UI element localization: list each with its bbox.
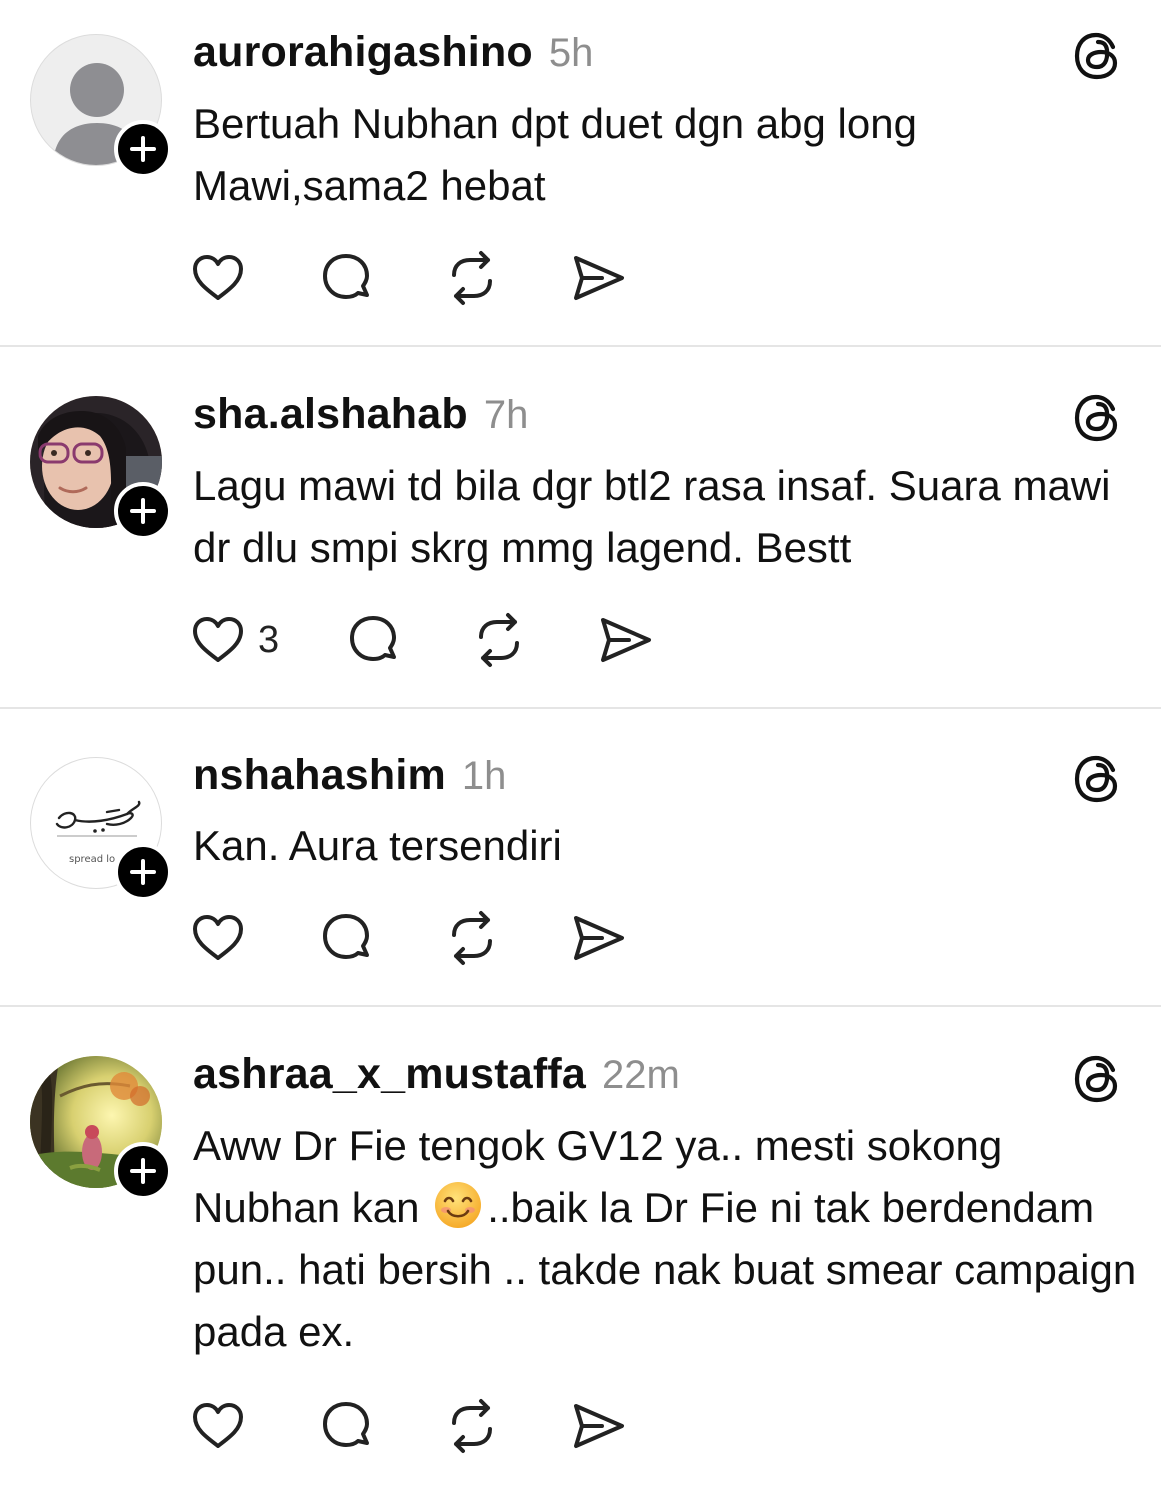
heart-icon <box>193 255 243 300</box>
threads-logo-icon[interactable] <box>1072 30 1124 82</box>
comment-bubble-icon <box>323 914 369 959</box>
repost-icon <box>452 1399 492 1453</box>
post-text: Bertuah Nubhan dpt duet dgn abg long Maw… <box>193 100 917 209</box>
plus-icon <box>130 136 156 162</box>
smiling-face-emoji-icon <box>435 1182 482 1228</box>
follow-button[interactable] <box>114 120 172 178</box>
post-header: aurorahigashino 5h <box>193 28 593 78</box>
repost-button[interactable] <box>444 910 500 966</box>
heart-icon <box>193 1403 243 1448</box>
reply-button[interactable] <box>345 612 401 668</box>
timestamp: 7h <box>483 393 529 437</box>
repost-button[interactable] <box>444 1398 500 1454</box>
post-text: Kan. Aura tersendiri <box>193 822 562 869</box>
repost-button[interactable] <box>471 612 527 668</box>
like-button[interactable] <box>190 910 246 966</box>
threads-logo-icon[interactable] <box>1072 392 1124 444</box>
divider <box>0 1005 1161 1007</box>
post-text: Lagu mawi td bila dgr btl2 rasa insaf. S… <box>193 462 1111 571</box>
follow-button[interactable] <box>114 1142 172 1200</box>
avatar-container[interactable] <box>30 396 172 540</box>
username[interactable]: aurorahigashino <box>193 28 533 77</box>
repost-icon <box>452 911 492 965</box>
send-icon <box>574 256 624 300</box>
action-bar: 3 <box>190 612 653 668</box>
timestamp: 5h <box>548 31 594 75</box>
timestamp: 1h <box>461 754 507 798</box>
divider <box>0 345 1161 347</box>
timestamp: 22m <box>602 1053 680 1097</box>
post-header: nshahashim 1h <box>193 751 506 801</box>
share-button[interactable] <box>597 612 653 668</box>
repost-icon <box>479 613 520 667</box>
like-button[interactable] <box>190 250 246 306</box>
like-button[interactable]: 3 <box>190 612 279 668</box>
avatar-container[interactable]: spread lo <box>30 757 172 901</box>
send-icon <box>601 618 652 662</box>
threads-logo-icon[interactable] <box>1072 753 1124 805</box>
share-button[interactable] <box>570 250 626 306</box>
follow-button[interactable] <box>114 482 172 540</box>
plus-icon <box>130 859 156 885</box>
username[interactable]: ashraa_x_mustaffa <box>193 1050 586 1099</box>
repost-button[interactable] <box>444 250 500 306</box>
share-button[interactable] <box>570 910 626 966</box>
post-text: Aww Dr Fie tengok GV12 ya.. mesti sokong… <box>193 1115 1138 1363</box>
divider <box>0 707 1161 709</box>
action-bar <box>190 1398 626 1454</box>
heart-icon <box>193 617 243 662</box>
action-bar <box>190 910 626 966</box>
reply-button[interactable] <box>318 1398 374 1454</box>
username[interactable]: nshahashim <box>193 751 446 800</box>
send-icon <box>574 916 624 960</box>
action-bar <box>190 250 626 306</box>
plus-icon <box>130 498 156 524</box>
heart-icon <box>193 915 243 960</box>
avatar-container[interactable] <box>30 1056 172 1200</box>
reply-button[interactable] <box>318 910 374 966</box>
threads-logo-icon[interactable] <box>1072 1053 1124 1105</box>
plus-icon <box>130 1158 156 1184</box>
comment-bubble-icon <box>323 254 369 299</box>
repost-icon <box>452 251 492 305</box>
share-button[interactable] <box>570 1398 626 1454</box>
avatar-caption: spread lo <box>69 854 116 865</box>
reply-button[interactable] <box>318 250 374 306</box>
post-header: sha.alshahab 7h <box>193 390 528 440</box>
comment-bubble-icon <box>350 616 397 661</box>
avatar-container[interactable] <box>30 34 172 178</box>
post-header: ashraa_x_mustaffa 22m <box>193 1050 680 1100</box>
send-icon <box>574 1404 624 1448</box>
like-count: 3 <box>258 618 280 661</box>
follow-button[interactable] <box>114 843 172 901</box>
comment-bubble-icon <box>323 1402 369 1447</box>
like-button[interactable] <box>190 1398 246 1454</box>
username[interactable]: sha.alshahab <box>193 390 468 439</box>
